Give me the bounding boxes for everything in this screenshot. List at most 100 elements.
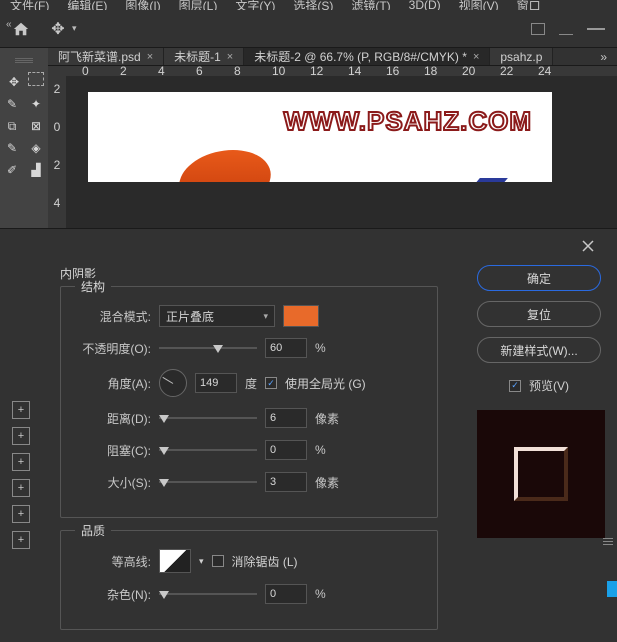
menu-file[interactable]: 文件(F) [10, 0, 49, 10]
ok-button[interactable]: 确定 [477, 265, 601, 291]
chevron-down-icon[interactable]: ▾ [199, 556, 204, 567]
size-slider[interactable] [159, 481, 257, 483]
chevron-down-icon: ▾ [263, 311, 268, 322]
unit-label: 像素 [315, 474, 339, 491]
marquee-tool-icon[interactable] [28, 72, 44, 86]
distance-input[interactable] [265, 408, 307, 428]
ruler-vertical: 2024 [48, 76, 66, 234]
add-button[interactable]: + [12, 479, 30, 497]
logo-shape [172, 150, 278, 182]
contour-label: 等高线: [75, 553, 151, 570]
size-input[interactable] [265, 472, 307, 492]
angle-dial[interactable] [159, 369, 187, 397]
chevron-down-icon[interactable]: ▾ [72, 23, 77, 34]
menu-image[interactable]: 图像(I) [125, 0, 160, 10]
reset-button[interactable]: 复位 [477, 301, 601, 327]
distance-slider[interactable] [159, 417, 257, 419]
opacity-input[interactable] [265, 338, 307, 358]
watermark-text: WWW.PSAHZ.COM [284, 106, 532, 137]
doc-tab[interactable]: 阿飞新菜谱.psd× [48, 48, 164, 65]
window-button[interactable] [531, 23, 545, 35]
menu-bar: 文件(F) 编辑(E) 图像(I) 图层(L) 文字(Y) 选择(S) 滤镜(T… [0, 0, 617, 10]
contour-picker[interactable] [159, 549, 191, 573]
collapse-icon[interactable]: « [6, 19, 12, 30]
window-button[interactable] [559, 23, 573, 35]
preview-label: 预览(V) [529, 377, 569, 394]
new-style-button[interactable]: 新建样式(W)... [477, 337, 601, 363]
menu-view[interactable]: 视图(V) [459, 0, 499, 10]
layer-style-dialog: + + + + + + 内阴影 结构 混合模式: 正片叠底▾ 不透明度(O): [0, 228, 617, 597]
doc-tab-active[interactable]: 未标题-2 @ 66.7% (P, RGB/8#/CMYK) *× [244, 48, 490, 65]
antialias-label: 消除锯齿 (L) [232, 553, 298, 570]
document-tabs: 阿飞新菜谱.psd× 未标题-1× 未标题-2 @ 66.7% (P, RGB/… [48, 48, 617, 66]
spread-slider[interactable] [159, 449, 257, 451]
panel-grip-icon[interactable] [602, 529, 614, 553]
noise-slider[interactable] [159, 593, 257, 595]
add-button[interactable]: + [12, 505, 30, 523]
color-swatch[interactable] [283, 305, 319, 327]
canvas[interactable]: WWW.PSAHZ.COM [66, 76, 617, 234]
logo-shape [468, 178, 508, 182]
frame-tool-icon[interactable]: ⊠ [26, 116, 46, 136]
spread-label: 阻塞(C): [75, 442, 151, 459]
opacity-label: 不透明度(O): [75, 340, 151, 357]
wand-tool-icon[interactable]: ✦ [26, 94, 46, 114]
add-button[interactable]: + [12, 453, 30, 471]
antialias-checkbox[interactable] [212, 555, 224, 567]
preview-thumbnail [477, 410, 605, 538]
move-tool-icon[interactable]: ✥ [4, 72, 24, 92]
noise-input[interactable] [265, 584, 307, 604]
doc-tab[interactable]: psahz.p [490, 48, 553, 65]
close-icon[interactable]: × [227, 51, 233, 63]
menu-filter[interactable]: 滤镜(T) [351, 0, 390, 10]
crop-tool-icon[interactable]: ⧉ [2, 116, 22, 136]
close-icon[interactable] [581, 239, 597, 255]
opacity-slider[interactable] [159, 347, 257, 349]
group-label: 结构 [75, 278, 111, 295]
patch-tool-icon[interactable]: ◈ [26, 138, 46, 158]
unit-label: % [315, 443, 326, 457]
global-light-checkbox[interactable] [265, 377, 277, 389]
size-label: 大小(S): [75, 474, 151, 491]
angle-label: 角度(A): [75, 375, 151, 392]
stamp-tool-icon[interactable]: ▟ [26, 160, 46, 180]
menu-select[interactable]: 选择(S) [293, 0, 333, 10]
global-light-label: 使用全局光 (G) [285, 375, 366, 392]
brush-tool-icon[interactable]: ✐ [2, 160, 22, 180]
move-tool-icon[interactable]: ✥ [48, 19, 68, 39]
unit-label: % [315, 341, 326, 355]
angle-input[interactable] [195, 373, 237, 393]
menu-edit[interactable]: 编辑(E) [67, 0, 107, 10]
tool-palette: « ✥ ✎✦ ⧉⊠ ✎◈ ✐▟ [0, 48, 48, 234]
unit-label: % [315, 587, 326, 601]
menu-window[interactable]: 窗口 [517, 0, 541, 10]
blend-mode-label: 混合模式: [75, 308, 151, 325]
section-title: 内阴影 [60, 265, 461, 282]
spread-input[interactable] [265, 440, 307, 460]
add-button[interactable]: + [12, 427, 30, 445]
grip-icon[interactable] [15, 58, 33, 64]
ruler-horizontal: 024681012141618202224 [48, 66, 617, 76]
preview-checkbox[interactable] [509, 380, 521, 392]
add-button[interactable]: + [12, 401, 30, 419]
menu-3d[interactable]: 3D(D) [409, 0, 441, 10]
unit-label: 度 [245, 375, 257, 392]
menu-layer[interactable]: 图层(L) [179, 0, 218, 10]
home-icon[interactable] [12, 21, 30, 37]
blend-mode-select[interactable]: 正片叠底▾ [159, 305, 275, 327]
dialog-actions: 确定 复位 新建样式(W)... 预览(V) [461, 265, 617, 642]
unit-label: 像素 [315, 410, 339, 427]
add-button[interactable]: + [12, 531, 30, 549]
tabs-overflow-icon[interactable]: » [590, 48, 617, 65]
artboard: WWW.PSAHZ.COM [88, 92, 552, 182]
style-adders: + + + + + + [0, 265, 42, 642]
close-icon[interactable]: × [147, 51, 153, 63]
eyedropper-tool-icon[interactable]: ✎ [2, 138, 22, 158]
minimize-icon[interactable] [587, 28, 605, 30]
resize-handle[interactable] [607, 581, 617, 597]
lasso-tool-icon[interactable]: ✎ [2, 94, 22, 114]
options-bar: ✥ ▾ [0, 10, 617, 48]
close-icon[interactable]: × [473, 51, 479, 63]
doc-tab[interactable]: 未标题-1× [164, 48, 244, 65]
menu-type[interactable]: 文字(Y) [235, 0, 275, 10]
